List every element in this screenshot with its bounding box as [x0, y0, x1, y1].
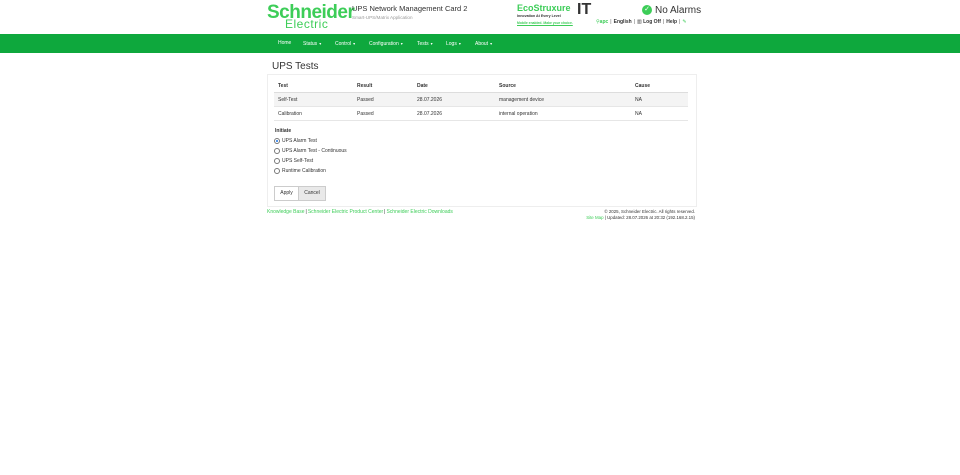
- option-ups-self-test[interactable]: UPS Self-Test: [274, 158, 313, 164]
- pin-icon[interactable]: ✎: [682, 19, 686, 25]
- eco-tagline: Innovation At Every Level: [517, 14, 561, 18]
- cancel-button[interactable]: Cancel: [298, 186, 326, 201]
- radio-button[interactable]: [274, 158, 280, 164]
- header: Schneider Electric UPS Network Managemen…: [0, 0, 960, 34]
- eco-brand: EcoStruxure: [517, 3, 571, 13]
- logoff-link[interactable]: Log Off: [643, 19, 661, 25]
- downloads-link[interactable]: Schneider Electric Downloads: [386, 209, 452, 215]
- user-name[interactable]: apc: [600, 19, 609, 25]
- updated-text: | Updated: 28.07.2026 at 20:32 (192.168.…: [604, 215, 695, 220]
- product-title: UPS Network Management Card 2: [352, 4, 468, 13]
- table-cell: management device: [495, 92, 631, 107]
- option-ups-alarm-test[interactable]: UPS Alarm Test: [274, 138, 317, 144]
- nav-tests[interactable]: Tests ▾: [417, 34, 433, 53]
- radio-button[interactable]: [274, 138, 280, 144]
- apply-button[interactable]: Apply: [274, 186, 299, 201]
- table-cell: Passed: [353, 92, 413, 107]
- footer-links: Knowledge Base|Schneider Electric Produc…: [267, 209, 453, 215]
- table-cell: internal operation: [495, 106, 631, 121]
- nav-about[interactable]: About ▾: [475, 34, 492, 53]
- table-cell: NA: [631, 106, 688, 121]
- main-nav: Home Status ▾ Control ▾ Configuration ▾ Tes…: [0, 34, 960, 53]
- radio-button[interactable]: [274, 148, 280, 154]
- column-header: Source: [495, 79, 631, 93]
- tests-table: Test Result Date Source Cause Self-Test …: [274, 79, 688, 121]
- alarm-status[interactable]: ✓ No Alarms: [642, 4, 701, 16]
- eco-link[interactable]: Mobile enabled. Make your choice.: [517, 21, 573, 25]
- initiate-label: Initiate: [275, 128, 292, 134]
- table-cell: Self-Test: [274, 92, 353, 107]
- help-link[interactable]: Help: [666, 19, 677, 25]
- table-header-row: Test Result Date Source Cause: [274, 79, 688, 93]
- nav-configuration[interactable]: Configuration ▾: [369, 34, 403, 53]
- radio-button[interactable]: [274, 168, 280, 174]
- table-cell: 28.07.2026: [413, 92, 495, 107]
- column-header: Result: [353, 79, 413, 93]
- table-cell: Passed: [353, 106, 413, 121]
- check-circle-icon: ✓: [642, 5, 652, 15]
- table-row: Calibration Passed 28.07.2026 internal o…: [274, 106, 688, 121]
- table-row: Self-Test Passed 28.07.2026 management d…: [274, 92, 688, 107]
- nav-status[interactable]: Status ▾: [303, 34, 321, 53]
- chevron-down-icon: ▾: [353, 41, 356, 46]
- table-cell: NA: [631, 92, 688, 107]
- nav-logs[interactable]: Logs ▾: [446, 34, 461, 53]
- site-map-link[interactable]: Site Map: [586, 215, 603, 220]
- language-link[interactable]: English: [614, 19, 632, 25]
- product-center-link[interactable]: Schneider Electric Product Center: [308, 209, 383, 215]
- logoff-icon: ▥: [636, 19, 642, 25]
- column-header: Test: [274, 79, 353, 93]
- logo-subtext: Electric: [285, 17, 329, 31]
- chevron-down-icon: ▾: [458, 41, 461, 46]
- schneider-logo[interactable]: Schneider Electric: [267, 3, 355, 31]
- eco-it: IT: [577, 1, 592, 18]
- chevron-down-icon: ▾: [490, 41, 493, 46]
- user-bar: ⚲ apc | English | ▥ Log Off | Help | ✎: [596, 19, 687, 25]
- nav-home[interactable]: Home: [278, 34, 291, 53]
- product-subtitle: Smart-UPS/Matrix Application: [352, 15, 413, 20]
- chevron-down-icon: ▾: [319, 41, 322, 46]
- column-header: Cause: [631, 79, 688, 93]
- knowledge-base-link[interactable]: Knowledge Base: [267, 209, 305, 215]
- table-cell: Calibration: [274, 106, 353, 121]
- copyright-block: © 2025, Schneider Electric. All rights r…: [586, 209, 695, 221]
- page-title: UPS Tests: [272, 61, 319, 72]
- table-cell: 28.07.2026: [413, 106, 495, 121]
- chevron-down-icon: ▾: [400, 41, 403, 46]
- chevron-down-icon: ▾: [430, 41, 433, 46]
- alarm-status-text: No Alarms: [655, 4, 702, 16]
- ecostruxure-logo[interactable]: EcoStruxure Innovation At Every Level Mo…: [517, 1, 597, 27]
- option-ups-alarm-test-continuous[interactable]: UPS Alarm Test - Continuous: [274, 148, 347, 154]
- option-runtime-calibration[interactable]: Runtime Calibration: [274, 168, 326, 174]
- column-header: Date: [413, 79, 495, 93]
- nav-control[interactable]: Control ▾: [335, 34, 355, 53]
